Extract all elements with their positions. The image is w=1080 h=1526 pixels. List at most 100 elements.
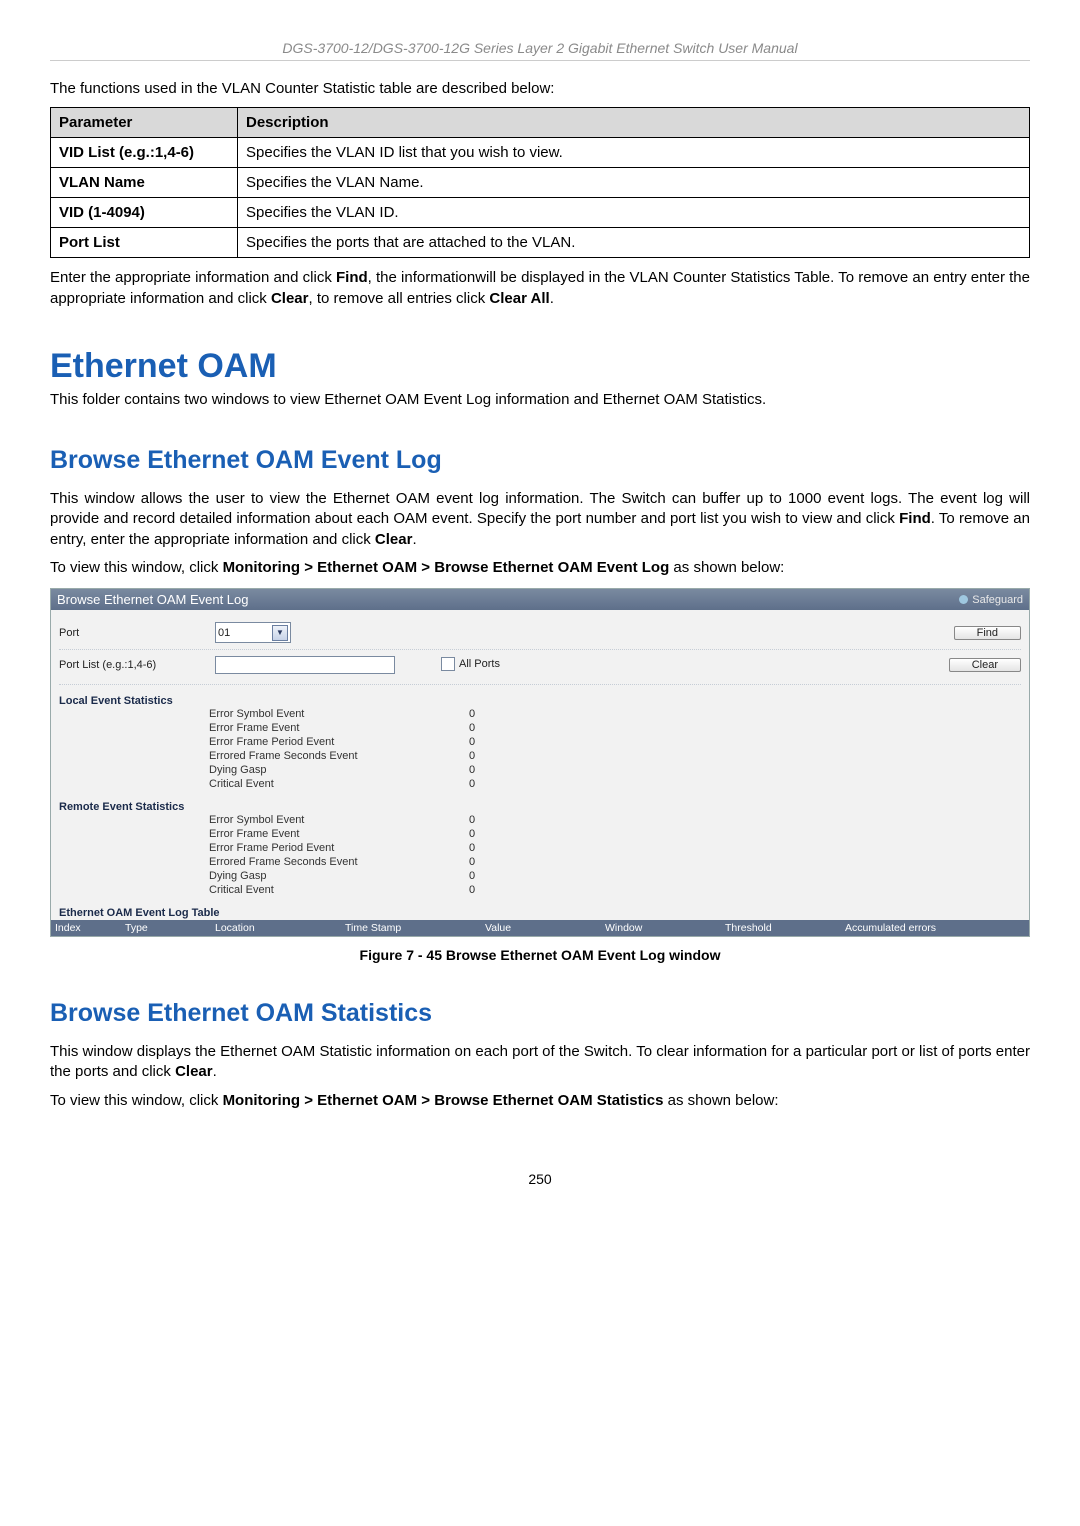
remote-event-heading: Remote Event Statistics	[59, 801, 1021, 813]
nav-path-bold: Monitoring > Ethernet OAM > Browse Ether…	[223, 1092, 664, 1109]
event-log-screenshot: Browse Ethernet OAM Event Log Safeguard …	[50, 588, 1030, 937]
screenshot-titlebar: Browse Ethernet OAM Event Log Safeguard	[51, 589, 1029, 610]
table-header-parameter: Parameter	[51, 108, 238, 138]
clear-bold: Clear	[375, 531, 413, 548]
chevron-down-icon: ▼	[272, 625, 288, 641]
stat-label: Error Frame Period Event	[209, 735, 469, 749]
clear-button[interactable]: Clear	[949, 658, 1021, 672]
find-bold: Find	[336, 269, 368, 286]
table-row: VID List (e.g.:1,4-6) Specifies the VLAN…	[51, 138, 1030, 168]
parameter-table: Parameter Description VID List (e.g.:1,4…	[50, 107, 1030, 258]
page-header: DGS-3700-12/DGS-3700-12G Series Layer 2 …	[50, 40, 1030, 61]
find-bold: Find	[899, 510, 931, 527]
stat-value: 0	[469, 813, 509, 827]
log-header-cell: Accumulated errors	[845, 922, 1025, 934]
table-row: VID (1-4094) Specifies the VLAN ID.	[51, 198, 1030, 228]
local-stats-grid: Error Symbol Event0 Error Frame Event0 E…	[59, 707, 1021, 791]
portlist-label: Port List (e.g.:1,4-6)	[59, 659, 209, 671]
stat-value: 0	[469, 855, 509, 869]
table-row: Port List Specifies the ports that are a…	[51, 228, 1030, 258]
text-fragment: .	[550, 290, 554, 307]
heading-ethernet-oam: Ethernet OAM	[50, 347, 1030, 386]
statistics-paragraph-1: This window displays the Ethernet OAM St…	[50, 1042, 1030, 1083]
find-button[interactable]: Find	[954, 626, 1021, 640]
safeguard-badge: Safeguard	[959, 594, 1023, 606]
statistics-paragraph-2: To view this window, click Monitoring > …	[50, 1091, 1030, 1111]
clear-bold: Clear	[271, 290, 309, 307]
param-name: VID (1-4094)	[51, 198, 238, 228]
stat-label: Error Symbol Event	[209, 707, 469, 721]
stat-value: 0	[469, 749, 509, 763]
heading-browse-statistics: Browse Ethernet OAM Statistics	[50, 999, 1030, 1028]
log-table-title: Ethernet OAM Event Log Table	[59, 907, 1021, 919]
local-event-heading: Local Event Statistics	[59, 695, 1021, 707]
param-name: VLAN Name	[51, 168, 238, 198]
log-header-cell: Value	[485, 922, 605, 934]
text-fragment: This window allows the user to view the …	[50, 490, 1030, 527]
stat-label: Error Symbol Event	[209, 813, 469, 827]
page-number: 250	[50, 1171, 1030, 1187]
text-fragment: as shown below:	[669, 559, 784, 576]
stat-value: 0	[469, 883, 509, 897]
log-header-cell: Threshold	[725, 922, 845, 934]
stat-label: Dying Gasp	[209, 763, 469, 777]
nav-path-bold: Monitoring > Ethernet OAM > Browse Ether…	[223, 559, 670, 576]
param-desc: Specifies the ports that are attached to…	[238, 228, 1030, 258]
event-log-paragraph-1: This window allows the user to view the …	[50, 489, 1030, 550]
stat-value: 0	[469, 735, 509, 749]
param-desc: Specifies the VLAN Name.	[238, 168, 1030, 198]
stat-label: Dying Gasp	[209, 869, 469, 883]
portlist-input[interactable]	[215, 656, 395, 674]
text-fragment: To view this window, click	[50, 1092, 223, 1109]
screenshot-title: Browse Ethernet OAM Event Log	[57, 592, 248, 607]
stat-value: 0	[469, 841, 509, 855]
param-name: Port List	[51, 228, 238, 258]
table-header-description: Description	[238, 108, 1030, 138]
stat-value: 0	[469, 721, 509, 735]
port-label: Port	[59, 627, 209, 639]
safeguard-icon	[959, 595, 968, 604]
allports-checkbox[interactable]	[441, 657, 455, 671]
param-desc: Specifies the VLAN ID list that you wish…	[238, 138, 1030, 168]
stat-label: Errored Frame Seconds Event	[209, 855, 469, 869]
stat-label: Errored Frame Seconds Event	[209, 749, 469, 763]
log-header-cell: Type	[125, 922, 215, 934]
allports-label: All Ports	[459, 658, 500, 670]
heading-browse-event-log: Browse Ethernet OAM Event Log	[50, 446, 1030, 475]
stat-label: Critical Event	[209, 883, 469, 897]
text-fragment: .	[412, 531, 416, 548]
after-table-paragraph: Enter the appropriate information and cl…	[50, 268, 1030, 309]
text-fragment: , to remove all entries click	[308, 290, 489, 307]
stat-value: 0	[469, 707, 509, 721]
param-name: VID List (e.g.:1,4-6)	[51, 138, 238, 168]
text-fragment: .	[213, 1063, 217, 1080]
stat-label: Error Frame Period Event	[209, 841, 469, 855]
log-header-cell: Time Stamp	[345, 922, 485, 934]
remote-stats-grid: Error Symbol Event0 Error Frame Event0 E…	[59, 813, 1021, 897]
figure-caption: Figure 7 - 45 Browse Ethernet OAM Event …	[50, 947, 1030, 963]
form-row-portlist: Port List (e.g.:1,4-6) All Ports Clear	[59, 649, 1021, 680]
stat-label: Error Frame Event	[209, 827, 469, 841]
table-row: VLAN Name Specifies the VLAN Name.	[51, 168, 1030, 198]
safeguard-label: Safeguard	[972, 594, 1023, 606]
form-row-port: Port 01 ▼ Find	[59, 616, 1021, 649]
stat-value: 0	[469, 827, 509, 841]
text-fragment: as shown below:	[663, 1092, 778, 1109]
stat-label: Critical Event	[209, 777, 469, 791]
stat-value: 0	[469, 869, 509, 883]
log-header-cell: Location	[215, 922, 345, 934]
clear-all-bold: Clear All	[489, 290, 549, 307]
param-desc: Specifies the VLAN ID.	[238, 198, 1030, 228]
intro-line: The functions used in the VLAN Counter S…	[50, 79, 1030, 99]
stat-label: Error Frame Event	[209, 721, 469, 735]
log-header-cell: Window	[605, 922, 725, 934]
port-select-value: 01	[218, 627, 230, 639]
text-fragment: To view this window, click	[50, 559, 223, 576]
stat-value: 0	[469, 763, 509, 777]
port-select[interactable]: 01 ▼	[215, 622, 291, 643]
log-table-header-row: Index Type Location Time Stamp Value Win…	[51, 920, 1029, 936]
clear-bold: Clear	[175, 1063, 213, 1080]
h1-subtext: This folder contains two windows to view…	[50, 390, 1030, 410]
log-header-cell: Index	[55, 922, 125, 934]
event-log-paragraph-2: To view this window, click Monitoring > …	[50, 558, 1030, 578]
